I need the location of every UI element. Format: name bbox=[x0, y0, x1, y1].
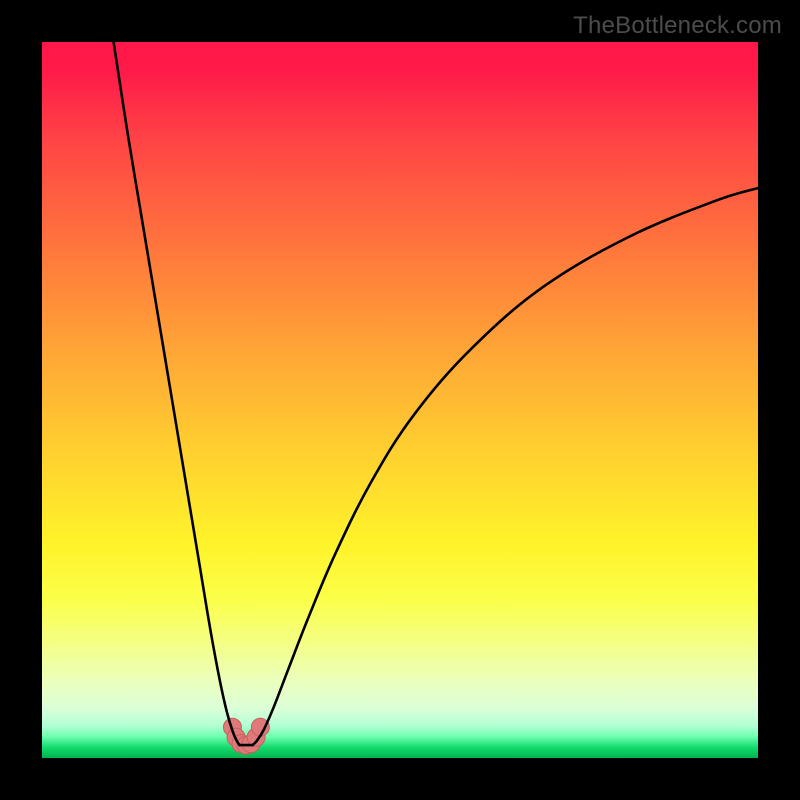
curve-right-branch bbox=[253, 188, 758, 745]
curve-layer bbox=[42, 42, 758, 758]
chart-frame: TheBottleneck.com bbox=[0, 0, 800, 800]
watermark-text: TheBottleneck.com bbox=[573, 12, 782, 40]
plot-area bbox=[42, 42, 758, 758]
curve-left-branch bbox=[114, 42, 240, 745]
